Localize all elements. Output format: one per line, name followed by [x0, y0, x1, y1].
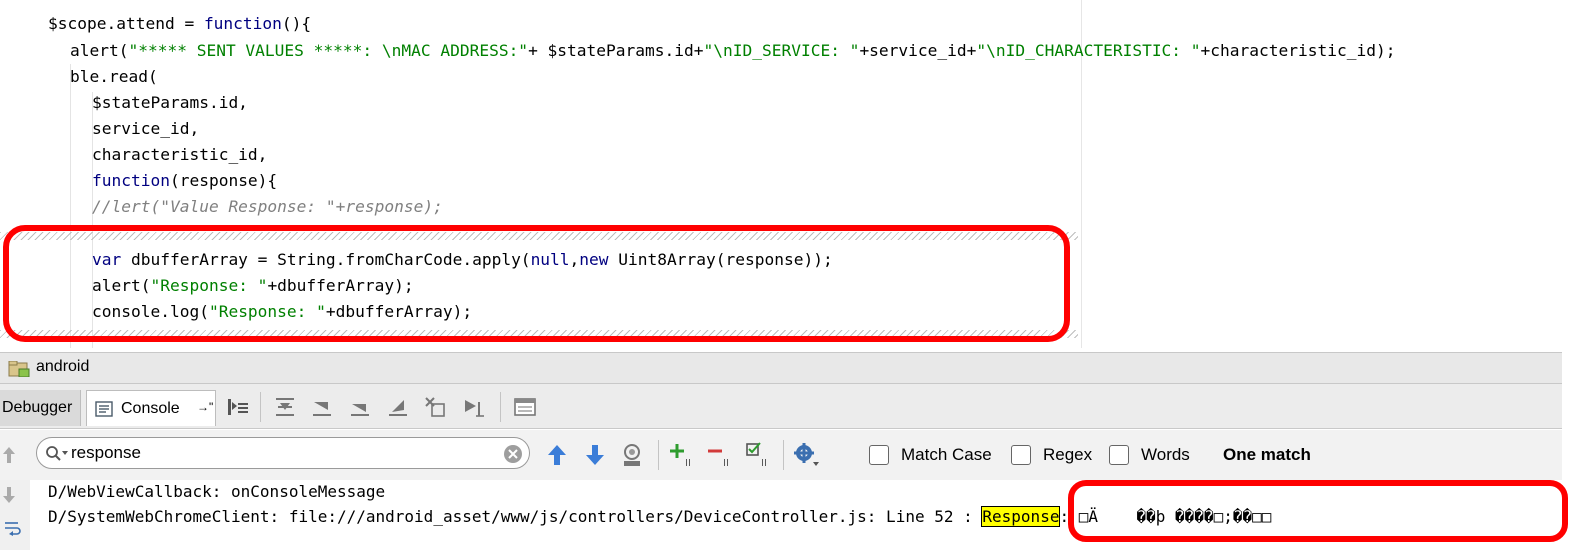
code-editor[interactable]: $scope.attend = function(){ alert("*****… [0, 0, 1595, 348]
android-folder-icon [8, 361, 30, 377]
tab-console-label: Console [121, 400, 180, 417]
toolbar-separator [783, 440, 784, 470]
svg-text:II: II [723, 458, 729, 468]
code-line[interactable]: $scope.attend = function(){ [48, 11, 311, 37]
code-token: characteristic_id, [92, 145, 268, 164]
clear-search-icon[interactable] [503, 444, 523, 464]
search-field[interactable] [36, 437, 530, 469]
code-token: function [92, 171, 170, 190]
console-line-prefix: D/SystemWebChromeClient: file:///android… [48, 507, 983, 526]
step-list-icon[interactable] [226, 396, 250, 418]
code-token: "Response: " [150, 276, 268, 295]
console-line: D/SystemWebChromeClient: file:///android… [48, 505, 1271, 529]
folded-region-marker [0, 232, 1078, 240]
run-to-cursor-icon[interactable] [462, 396, 486, 418]
toolbar-separator [260, 392, 261, 422]
code-line[interactable]: service_id, [92, 116, 199, 142]
code-token: function [203, 14, 282, 33]
code-token: , [569, 250, 580, 269]
find-history-icon[interactable] [621, 442, 645, 468]
tab-console[interactable]: Console →" [86, 390, 216, 426]
step-over-icon[interactable] [310, 396, 334, 418]
words-checkbox[interactable] [1109, 445, 1129, 465]
code-token: "***** SENT VALUES *****: \nMAC ADDRESS:… [128, 41, 529, 60]
match-case-label: Match Case [901, 445, 992, 464]
code-token: +dbufferArray); [325, 302, 473, 321]
code-token: new [579, 250, 619, 269]
code-token: console.log( [92, 302, 209, 321]
code-line[interactable]: $stateParams.id, [92, 90, 248, 116]
next-occurrence-icon[interactable] [584, 443, 606, 467]
svg-text:II: II [685, 458, 691, 468]
console-icon [95, 401, 113, 417]
down-arrow-icon[interactable] [2, 486, 16, 504]
tab-debugger-label: Debugger [2, 399, 73, 416]
code-line[interactable]: function(response){ [92, 168, 277, 194]
show-execution-point-icon[interactable] [273, 396, 297, 418]
code-token: +dbufferArray); [267, 276, 414, 295]
code-token: alert( [92, 276, 151, 295]
code-token: var [92, 250, 131, 269]
console-line-suffix: : □Ä ��þ ����□;��□□ [1059, 507, 1272, 526]
code-line[interactable]: var dbufferArray = String.fromCharCode.a… [92, 247, 833, 273]
code-token: "Response: " [208, 302, 326, 321]
code-token: $stateParams.id, [92, 93, 248, 112]
code-token: "\nID_CHARACTERISTIC: " [976, 41, 1201, 60]
match-case-checkbox[interactable] [869, 445, 889, 465]
code-token: $scope.attend = [48, 14, 204, 33]
words-label: Words [1141, 445, 1190, 464]
console-gutter [0, 480, 30, 550]
toolbar-separator [500, 392, 501, 422]
remove-occurrence-icon[interactable]: II [707, 442, 735, 468]
search-settings-gear-icon[interactable] [793, 442, 821, 468]
code-line[interactable]: characteristic_id, [92, 142, 267, 168]
up-arrow-icon[interactable] [2, 446, 16, 464]
regex-label: Regex [1043, 445, 1093, 464]
folded-region-marker [0, 330, 1078, 338]
select-all-occurrences-icon[interactable]: II [745, 442, 773, 468]
code-token: alert( [70, 41, 129, 60]
search-bar: II II II Match Case Regex Words One matc… [0, 430, 1562, 480]
code-line[interactable]: alert("Response: "+dbufferArray); [92, 273, 414, 299]
search-match: Response [981, 506, 1061, 527]
toolbar-separator [658, 440, 659, 470]
step-into-icon[interactable] [348, 396, 372, 418]
code-token: + $stateParams.id+ [528, 41, 704, 60]
svg-text:II: II [761, 458, 767, 468]
code-token: service_id, [92, 119, 200, 138]
console-line: D/WebViewCallback: onConsoleMessage [48, 482, 386, 501]
code-token: ble.read( [70, 67, 158, 86]
regex-checkbox[interactable] [1011, 445, 1031, 465]
code-line[interactable]: alert("***** SENT VALUES *****: \nMAC AD… [70, 38, 1395, 64]
step-out-icon[interactable] [386, 396, 410, 418]
drop-frame-icon[interactable] [424, 396, 448, 418]
indent-guide [70, 64, 71, 348]
search-input[interactable] [71, 442, 491, 464]
code-token: null [530, 250, 570, 269]
code-token: (){ [281, 14, 312, 33]
code-token: "\nID_SERVICE: " [703, 41, 860, 60]
code-line[interactable]: //lert("Value Response: "+response); [92, 194, 443, 220]
code-token: Uint8Array(response)); [618, 250, 833, 269]
search-icon[interactable] [45, 445, 69, 463]
code-line[interactable]: console.log("Response: "+dbufferArray); [92, 299, 472, 325]
code-line[interactable]: ble.read( [70, 64, 158, 90]
console-output[interactable]: D/WebViewCallback: onConsoleMessage D/Sy… [0, 480, 1562, 550]
code-token: //lert("Value Response: "+response); [92, 197, 443, 216]
previous-occurrence-icon[interactable] [546, 443, 568, 467]
evaluate-icon[interactable] [513, 396, 537, 418]
soft-wrap-icon[interactable] [4, 520, 22, 536]
code-token: +characteristic_id); [1200, 41, 1396, 60]
code-token: +service_id+ [859, 41, 977, 60]
tool-window-header[interactable]: android [0, 352, 1562, 384]
add-occurrence-icon[interactable]: II [669, 442, 697, 468]
code-token: dbufferArray = String.fromCharCode.apply… [130, 250, 531, 269]
pin-tab-icon[interactable]: →" [197, 389, 213, 425]
tab-debugger[interactable]: Debugger [0, 390, 81, 426]
match-count: One match [1223, 445, 1311, 464]
tool-window-title: android [36, 358, 90, 375]
debug-tab-bar: Debugger Console →" [0, 384, 1562, 429]
code-token: (response){ [169, 171, 278, 190]
